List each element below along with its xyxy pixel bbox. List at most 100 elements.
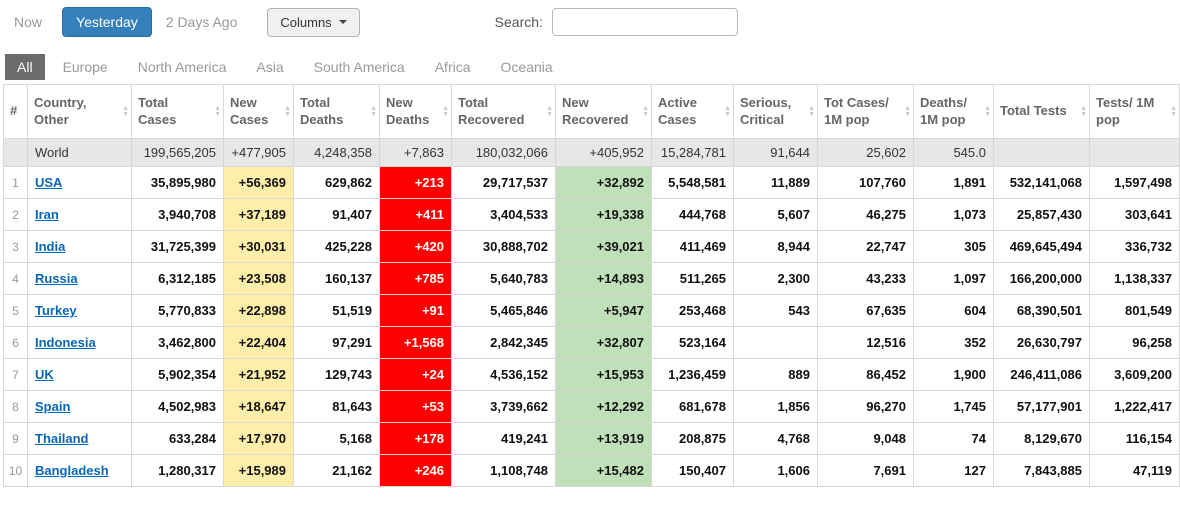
column-header-label: New Recovered <box>562 95 628 127</box>
cell-serious-critical: 2,300 <box>734 263 818 295</box>
row-number: 6 <box>4 327 28 359</box>
country-cell: UK <box>28 359 132 391</box>
column-header-active-cases[interactable]: Active Cases▲▼ <box>652 85 734 139</box>
column-header-serious-critical[interactable]: Serious, Critical▲▼ <box>734 85 818 139</box>
yesterday-button[interactable]: Yesterday <box>62 7 152 37</box>
country-link[interactable]: Thailand <box>35 431 88 446</box>
country-link[interactable]: Indonesia <box>35 335 96 350</box>
cell-deaths-per-1m: 74 <box>914 423 994 455</box>
cell-tot-cases-per-1m: 67,635 <box>818 295 914 327</box>
cell-new-cases: +23,508 <box>224 263 294 295</box>
cell-total-cases: 5,902,354 <box>132 359 224 391</box>
sort-icon: ▲▼ <box>724 106 731 118</box>
cell-tot-cases-per-1m: 25,602 <box>818 139 914 167</box>
cell-active-cases: 444,768 <box>652 199 734 231</box>
cell-new-deaths: +91 <box>380 295 452 327</box>
sort-icon: ▲▼ <box>284 106 291 118</box>
sort-icon: ▲▼ <box>808 106 815 118</box>
column-header-country[interactable]: Country, Other▲▼ <box>28 85 132 139</box>
column-header-tests-per-1m[interactable]: Tests/ 1M pop▲▼ <box>1090 85 1180 139</box>
cell-new-recovered: +15,482 <box>556 455 652 487</box>
cell-total-deaths: 21,162 <box>294 455 380 487</box>
cell-total-deaths: 160,137 <box>294 263 380 295</box>
cell-tests-per-1m <box>1090 139 1180 167</box>
cell-total-tests: 166,200,000 <box>994 263 1090 295</box>
column-header-new-deaths[interactable]: New Deaths▲▼ <box>380 85 452 139</box>
tab-europe[interactable]: Europe <box>51 54 120 80</box>
cell-total-deaths: 97,291 <box>294 327 380 359</box>
tab-all[interactable]: All <box>5 54 45 80</box>
cell-new-cases: +18,647 <box>224 391 294 423</box>
cell-total-cases: 1,280,317 <box>132 455 224 487</box>
table-row: 6Indonesia3,462,800+22,40497,291+1,5682,… <box>4 327 1180 359</box>
cell-total-recovered: 29,717,537 <box>452 167 556 199</box>
country-link[interactable]: Bangladesh <box>35 463 109 478</box>
column-header-tot-cases-per-1m[interactable]: Tot Cases/ 1M pop▲▼ <box>818 85 914 139</box>
column-header-label: Tests/ 1M pop <box>1096 95 1154 127</box>
cell-total-cases: 4,502,983 <box>132 391 224 423</box>
column-header-new-recovered[interactable]: New Recovered ▲▼ <box>556 85 652 139</box>
search-input[interactable] <box>552 8 738 36</box>
column-header-total-tests[interactable]: Total Tests▲▼ <box>994 85 1090 139</box>
cell-tot-cases-per-1m: 46,275 <box>818 199 914 231</box>
cell-active-cases: 5,548,581 <box>652 167 734 199</box>
cell-tests-per-1m: 47,119 <box>1090 455 1180 487</box>
country-link[interactable]: USA <box>35 175 62 190</box>
cell-tot-cases-per-1m: 12,516 <box>818 327 914 359</box>
country-link[interactable]: India <box>35 239 65 254</box>
country-link[interactable]: Spain <box>35 399 70 414</box>
country-link[interactable]: Iran <box>35 207 59 222</box>
cell-active-cases: 523,164 <box>652 327 734 359</box>
sort-icon: ▲▼ <box>642 106 649 118</box>
cell-deaths-per-1m: 1,891 <box>914 167 994 199</box>
column-header-total-recovered[interactable]: Total Recovered▲▼ <box>452 85 556 139</box>
country-link[interactable]: Russia <box>35 271 78 286</box>
tab-north-america[interactable]: North America <box>126 54 239 80</box>
tab-africa[interactable]: Africa <box>423 54 483 80</box>
cell-total-cases: 633,284 <box>132 423 224 455</box>
country-cell: Thailand <box>28 423 132 455</box>
cell-total-recovered: 180,032,066 <box>452 139 556 167</box>
sort-icon: ▲▼ <box>122 106 129 118</box>
columns-dropdown-button[interactable]: Columns <box>267 8 359 37</box>
cell-deaths-per-1m: 545.0 <box>914 139 994 167</box>
cell-serious-critical: 11,889 <box>734 167 818 199</box>
cell-new-recovered: +12,292 <box>556 391 652 423</box>
cell-total-recovered: 30,888,702 <box>452 231 556 263</box>
cell-total-cases: 31,725,399 <box>132 231 224 263</box>
country-cell: Bangladesh <box>28 455 132 487</box>
tab-asia[interactable]: Asia <box>244 54 295 80</box>
column-header-total-cases[interactable]: Total Cases▲▼ <box>132 85 224 139</box>
sort-icon: ▲▼ <box>214 106 221 118</box>
world-row: World199,565,205+477,9054,248,358+7,8631… <box>4 139 1180 167</box>
table-header-row: #Country, Other▲▼Total Cases▲▼New Cases▲… <box>4 85 1180 139</box>
cell-new-cases: +15,989 <box>224 455 294 487</box>
country-cell: Turkey <box>28 295 132 327</box>
row-number: 10 <box>4 455 28 487</box>
tab-south-america[interactable]: South America <box>302 54 417 80</box>
country-cell: USA <box>28 167 132 199</box>
now-button[interactable]: Now <box>14 14 42 30</box>
cell-total-cases: 35,895,980 <box>132 167 224 199</box>
two-days-ago-button[interactable]: 2 Days Ago <box>166 14 238 30</box>
column-header-total-deaths[interactable]: Total Deaths▲▼ <box>294 85 380 139</box>
cell-new-recovered: +405,952 <box>556 139 652 167</box>
tab-oceania[interactable]: Oceania <box>489 54 565 80</box>
row-number: 2 <box>4 199 28 231</box>
cell-tot-cases-per-1m: 96,270 <box>818 391 914 423</box>
cell-new-recovered: +39,021 <box>556 231 652 263</box>
country-link[interactable]: Turkey <box>35 303 77 318</box>
cell-new-cases: +56,369 <box>224 167 294 199</box>
cell-active-cases: 511,265 <box>652 263 734 295</box>
cell-total-cases: 6,312,185 <box>132 263 224 295</box>
cell-new-recovered: +32,807 <box>556 327 652 359</box>
column-header-label: Total Deaths <box>300 95 343 127</box>
country-link[interactable]: UK <box>35 367 54 382</box>
cell-new-cases: +37,189 <box>224 199 294 231</box>
cell-total-tests: 532,141,068 <box>994 167 1090 199</box>
column-header-deaths-per-1m[interactable]: Deaths/ 1M pop▲▼ <box>914 85 994 139</box>
cell-tests-per-1m: 303,641 <box>1090 199 1180 231</box>
toolbar: Now Yesterday 2 Days Ago Columns Search: <box>0 0 1180 42</box>
column-header-new-cases[interactable]: New Cases▲▼ <box>224 85 294 139</box>
table-row: 3India31,725,399+30,031425,228+42030,888… <box>4 231 1180 263</box>
